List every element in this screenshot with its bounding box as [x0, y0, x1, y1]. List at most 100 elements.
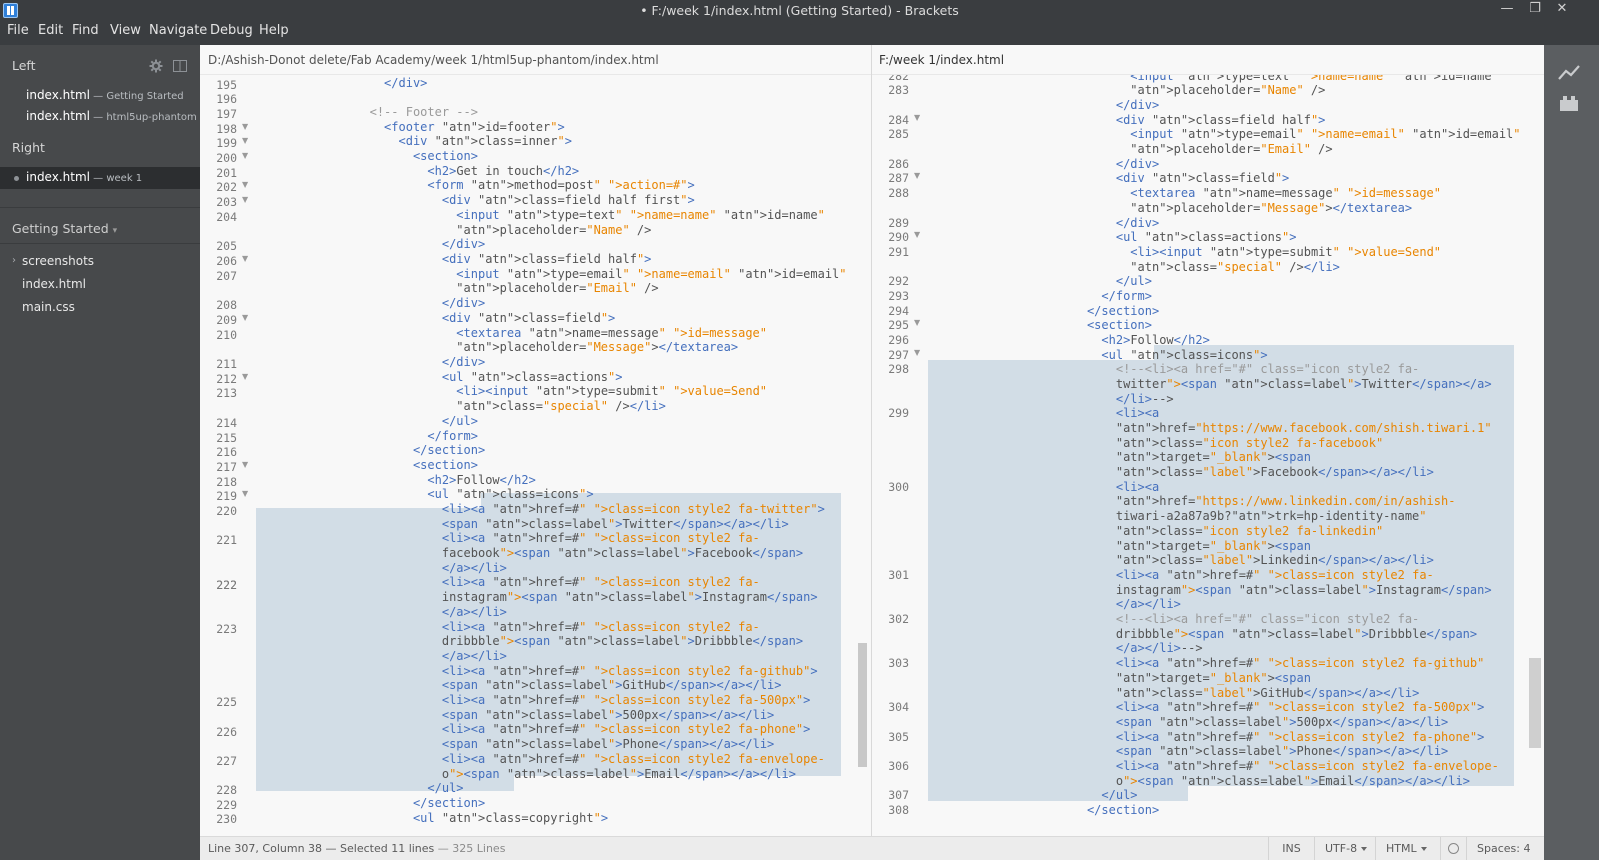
code-line: </ul> [1101, 788, 1138, 802]
fold-arrow-icon[interactable]: ▼ [242, 372, 251, 381]
code-line: <!--<li><a href="#" class="icon style2 f… [928, 362, 1420, 376]
live-preview-icon[interactable] [1558, 64, 1580, 82]
status-bar: Line 307, Column 38 — Selected 11 lines … [200, 836, 1544, 860]
left-code-editor[interactable]: 195 196 197 198 199 200 201 202 203 204 … [200, 75, 871, 836]
file-name: index.html [26, 170, 90, 184]
working-file-left-2[interactable]: index.html — html5up-phantom [26, 109, 197, 123]
right-editor-pane: F:/week 1/index.html 282 283 284 ▼ 285 286 287… [872, 45, 1544, 836]
gear-icon[interactable] [149, 59, 163, 73]
line-number: 214 [216, 416, 237, 430]
code-line: <li><a "atn">href=#" ">class=icon style2… [441, 752, 825, 766]
line-number: 290 [888, 230, 909, 244]
line-number: 200 [216, 151, 237, 165]
fold-arrow-icon[interactable]: ▼ [914, 171, 923, 180]
fold-arrow-icon[interactable]: ▼ [242, 136, 251, 145]
code-line: <div "atn">class=field half"> [1115, 113, 1326, 127]
split-view-icon[interactable] [173, 59, 187, 73]
code-line: </div> [1115, 216, 1160, 230]
code-line: "atn">target="_blank"><span [1115, 671, 1311, 685]
working-files-left-heading: Left [12, 58, 36, 73]
fold-arrow-icon[interactable]: ▼ [242, 489, 251, 498]
insert-mode-toggle[interactable]: INS [1268, 837, 1314, 860]
menu-debug[interactable]: Debug [210, 23, 253, 38]
code-line: <textarea "atn">name=message" ">id=messa… [1130, 186, 1441, 200]
line-number: 282 [888, 75, 909, 83]
menu-find[interactable]: Find [72, 23, 99, 38]
code-line: </div> [384, 76, 428, 90]
tree-file-main-css[interactable]: main.css [22, 300, 75, 314]
working-file-left-1[interactable]: index.html — Getting Started [26, 88, 184, 102]
minimize-button[interactable]: — [1494, 1, 1520, 19]
code-line: </div> [441, 355, 486, 369]
code-line: <div "atn">class=field"> [441, 311, 616, 325]
fold-arrow-icon[interactable]: ▼ [242, 180, 251, 189]
chevron-right-icon[interactable]: › [12, 255, 16, 266]
fold-arrow-icon[interactable]: ▼ [914, 230, 923, 239]
file-name: index.html [26, 88, 90, 102]
language-select[interactable]: HTML [1375, 837, 1440, 860]
left-editor-pane: D:/Ashish-Donot delete/Fab Academy/week … [200, 45, 871, 836]
line-number: 197 [216, 107, 237, 121]
fold-arrow-icon[interactable]: ▼ [242, 460, 251, 469]
fold-arrow-icon[interactable]: ▼ [242, 122, 251, 131]
line-number: 207 [216, 269, 237, 283]
encoding-select[interactable]: UTF-8 [1314, 837, 1375, 860]
menu-help[interactable]: Help [259, 23, 289, 38]
tree-folder-screenshots[interactable]: screenshots [22, 254, 94, 268]
fold-arrow-icon[interactable]: ▼ [242, 313, 251, 322]
line-number: 208 [216, 298, 237, 312]
line-number: 228 [216, 783, 237, 797]
fold-arrow-icon[interactable]: ▼ [242, 151, 251, 160]
menu-bar: File Edit Find View Navigate Debug Help [0, 21, 1599, 45]
menu-navigate[interactable]: Navigate [149, 23, 207, 38]
title-bar: • F:/week 1/index.html (Getting Started)… [0, 0, 1599, 21]
code-line: <span "atn">class=label">GitHub</span></… [441, 678, 782, 692]
menu-file[interactable]: File [7, 23, 29, 38]
tree-file-index-html[interactable]: index.html [22, 277, 86, 291]
code-line: "atn">target="_blank"><span [1115, 539, 1311, 553]
line-number: 296 [888, 333, 909, 347]
lint-status[interactable] [1440, 837, 1466, 860]
menu-view[interactable]: View [110, 23, 141, 38]
code-line: <span "atn">class=label">Phone</span></a… [441, 737, 775, 751]
line-number: 210 [216, 328, 237, 342]
left-vertical-scrollbar[interactable] [858, 643, 867, 767]
line-number: 201 [216, 166, 237, 180]
code-line: <ul "atn">class=icons"> [1101, 348, 1268, 362]
code-line: facebook"><span "atn">class=label">Faceb… [254, 546, 804, 560]
fold-arrow-icon[interactable]: ▼ [242, 254, 251, 263]
line-number: 206 [216, 254, 237, 268]
right-code-editor[interactable]: 282 283 284 ▼ 285 286 287 ▼ 288 289 290 ▼ 291 292 293 2… [872, 75, 1544, 836]
line-number: 291 [888, 245, 909, 259]
fold-arrow-icon[interactable]: ▼ [914, 318, 923, 327]
code-line: <ul "atn">class=icons"> [427, 487, 594, 501]
cursor-position: Line 307, Column 38 — Selected 11 lines … [208, 842, 505, 855]
fold-arrow-icon[interactable]: ▼ [242, 195, 251, 204]
code-line: <li><a "atn">href=#" ">class=icon style2… [441, 575, 760, 589]
code-line: <li><a "atn">href=#" ">class=icon style2… [1115, 700, 1485, 714]
right-vertical-scrollbar[interactable] [1529, 658, 1541, 748]
code-line: </a></li> [441, 605, 507, 619]
indent-spaces-select[interactable]: Spaces: 4 [1466, 837, 1544, 860]
code-line: <h2>Get in touch</h2> [427, 164, 580, 178]
code-line: <section> [412, 149, 478, 163]
left-file-path: D:/Ashish-Donot delete/Fab Academy/week … [208, 53, 659, 67]
code-line: "atn">class="label">Facebook</span></a><… [1115, 465, 1434, 479]
line-number: 293 [888, 289, 909, 303]
code-line: "atn">class="special" /></li> [1130, 260, 1340, 274]
code-line: twitter"><span "atn">class=label">Twitte… [928, 377, 1492, 391]
close-button[interactable]: ✕ [1549, 1, 1575, 19]
extension-manager-icon[interactable] [1558, 94, 1580, 112]
code-line: <div "atn">class=inner"> [398, 134, 572, 148]
working-file-right-1[interactable]: index.html — week 1 [26, 170, 142, 184]
code-line: "atn">class="special" /></li> [456, 399, 666, 413]
line-number: 230 [216, 812, 237, 826]
fold-arrow-icon[interactable]: ▼ [914, 113, 923, 122]
fold-arrow-icon[interactable]: ▼ [914, 348, 923, 357]
code-line: o"><span "atn">class=label">Email</span>… [254, 767, 796, 781]
menu-edit[interactable]: Edit [38, 23, 63, 38]
line-number: 221 [216, 533, 237, 547]
code-line: </div> [1115, 98, 1160, 112]
maximize-button[interactable]: ❐ [1522, 1, 1548, 19]
project-dropdown[interactable]: Getting Started ▾ [12, 221, 117, 236]
